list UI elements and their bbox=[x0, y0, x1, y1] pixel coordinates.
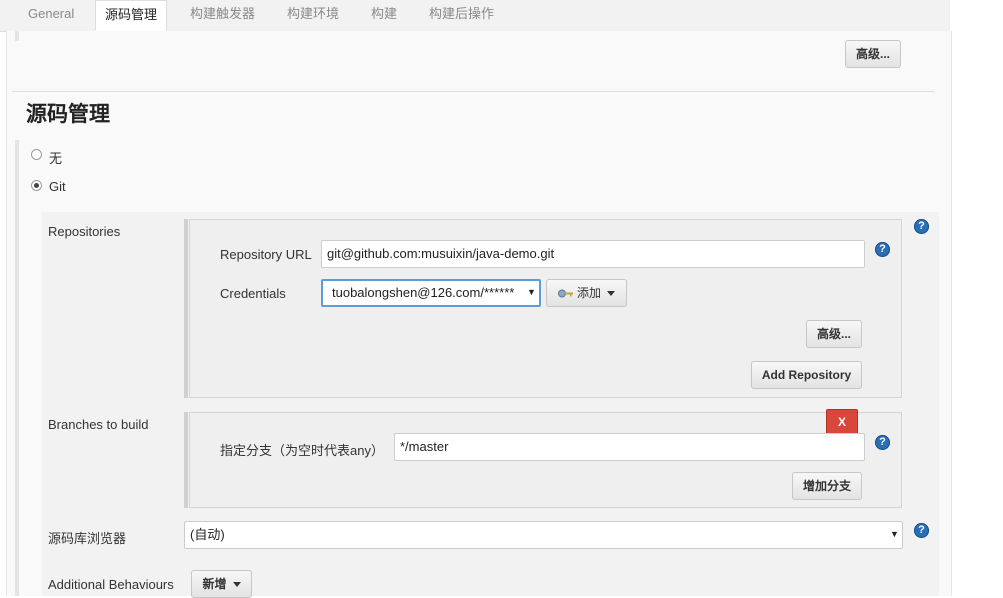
add-credentials-button[interactable]: 添加 bbox=[546, 279, 627, 307]
chevron-down-icon bbox=[607, 291, 615, 297]
scm-none-label: 无 bbox=[49, 151, 63, 166]
add-behaviour-label: 新增 bbox=[202, 577, 227, 591]
repository-browser-dropdown-arrow: ▼ bbox=[890, 529, 899, 539]
credentials-label: Credentials bbox=[220, 286, 286, 301]
repository-url-help-icon[interactable]: ? bbox=[875, 242, 890, 257]
scm-none-radio[interactable] bbox=[31, 149, 42, 160]
tab-source-code-management[interactable]: 源码管理 bbox=[95, 0, 168, 31]
tab-bar: General 源码管理 构建触发器 构建环境 构建 构建后操作 bbox=[0, 0, 950, 32]
repositories-help-icon[interactable]: ? bbox=[914, 219, 929, 234]
add-credentials-label: 添加 bbox=[576, 286, 601, 300]
key-icon bbox=[557, 289, 573, 298]
scm-indent-bar bbox=[15, 140, 19, 596]
scm-git-label: Git bbox=[49, 179, 66, 194]
additional-behaviours-label: Additional Behaviours bbox=[48, 577, 174, 592]
repository-advanced-button[interactable]: 高级... bbox=[806, 320, 862, 348]
branch-specifier-input[interactable]: */master bbox=[394, 433, 865, 461]
top-advanced-button[interactable]: 高级... bbox=[845, 40, 901, 68]
chevron-down-icon bbox=[232, 582, 241, 588]
scm-git-radio[interactable] bbox=[31, 180, 42, 191]
branches-box-bar bbox=[184, 412, 188, 508]
repository-browser-help-icon[interactable]: ? bbox=[914, 523, 929, 538]
branches-label: Branches to build bbox=[48, 417, 149, 432]
add-repository-button[interactable]: Add Repository bbox=[751, 361, 862, 389]
section-indent-bar bbox=[15, 31, 19, 41]
repository-browser-select[interactable]: (自动) bbox=[184, 521, 903, 549]
repositories-label: Repositories bbox=[48, 224, 121, 239]
tab-post-build-actions[interactable]: 构建后操作 bbox=[429, 0, 494, 31]
tab-general[interactable]: General bbox=[28, 0, 74, 31]
credentials-value: tuobalongshen@126.com/****** bbox=[332, 285, 515, 300]
branch-specifier-help-icon[interactable]: ? bbox=[875, 435, 890, 450]
branch-specifier-label: 指定分支（为空时代表any） bbox=[220, 443, 384, 458]
delete-branch-button[interactable]: X bbox=[826, 409, 858, 435]
credentials-select[interactable]: tuobalongshen@126.com/****** bbox=[321, 279, 541, 307]
repository-url-input[interactable]: git@github.com:musuixin/java-demo.git bbox=[321, 240, 865, 268]
add-branch-button[interactable]: 增加分支 bbox=[792, 472, 862, 500]
section-divider bbox=[12, 91, 934, 92]
repository-browser-value: (自动) bbox=[190, 527, 225, 542]
add-behaviour-button[interactable]: 新增 bbox=[191, 570, 252, 598]
repository-browser-label: 源码库浏览器 bbox=[48, 531, 127, 546]
repositories-box-bar bbox=[184, 219, 188, 398]
repository-url-label: Repository URL bbox=[220, 247, 312, 262]
tab-build-triggers[interactable]: 构建触发器 bbox=[190, 0, 255, 31]
tab-build[interactable]: 构建 bbox=[371, 0, 397, 31]
tab-build-environment[interactable]: 构建环境 bbox=[287, 0, 339, 31]
section-title: 源码管理 bbox=[26, 103, 110, 126]
credentials-dropdown-arrow: ▼ bbox=[527, 287, 536, 297]
